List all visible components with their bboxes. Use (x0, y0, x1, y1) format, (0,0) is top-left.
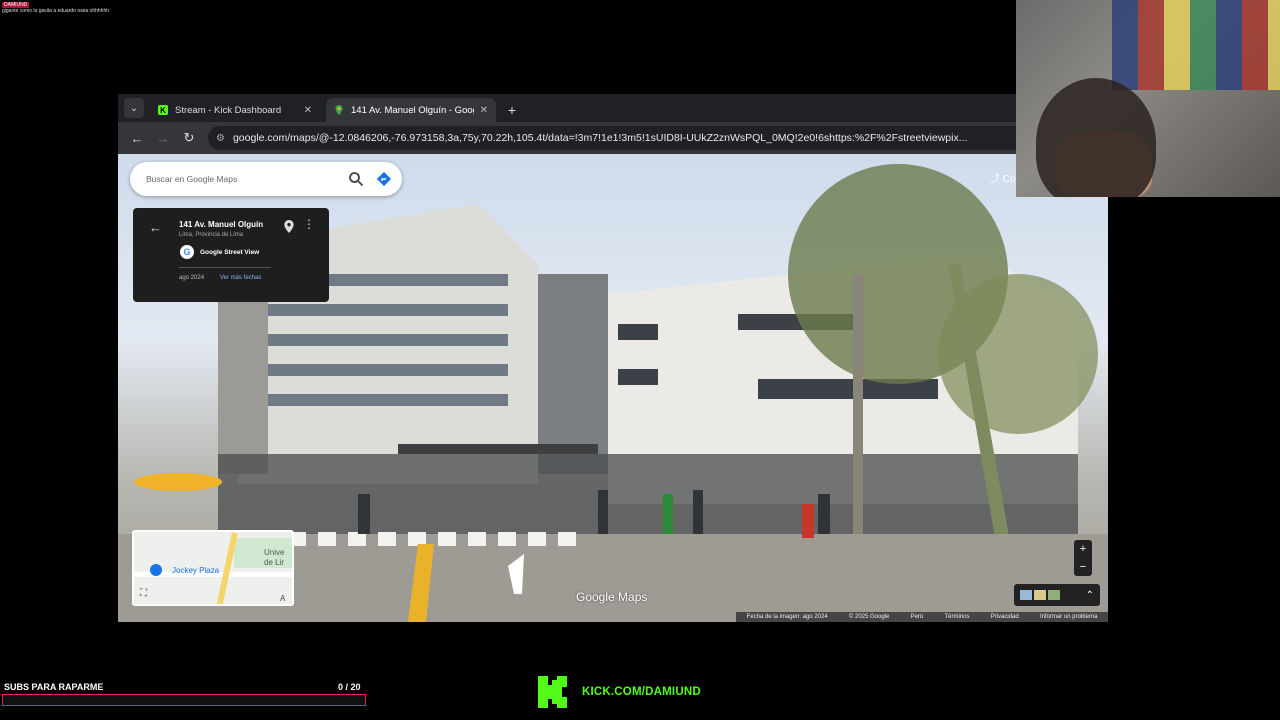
address-bar[interactable]: ⚙ google.com/maps/@-12.0846206,-76.97315… (208, 126, 1070, 150)
road (216, 532, 238, 604)
search-input[interactable]: Buscar en Google Maps (146, 174, 348, 184)
kick-favicon-icon: K (158, 105, 168, 115)
back-arrow-icon[interactable]: ← (124, 125, 150, 151)
copyright: © 2025 Google (848, 614, 890, 620)
subs-goal-count: 0 / 20 (338, 682, 361, 692)
source-label: Google Street View (200, 248, 260, 256)
share-icon: ⤴ (990, 174, 1000, 185)
tab-title: Stream - Kick Dashboard (175, 104, 282, 116)
wall-posters (1112, 0, 1280, 90)
google-maps-watermark: Google Maps (576, 590, 648, 604)
share-button[interactable]: ⤴ Co (990, 170, 1016, 185)
tab-kick-dashboard[interactable]: K Stream - Kick Dashboard ✕ (150, 98, 320, 122)
chat-overlay: DAMIUND gigante como la gasita a eduardo… (2, 2, 109, 14)
place-title: 141 Av. Manuel Olguín (179, 220, 264, 229)
tab-title: 141 Av. Manuel Olguín - Google Maps (351, 104, 474, 116)
tab-search-icon[interactable]: ⌄ (124, 98, 144, 118)
location-pin-icon[interactable] (284, 220, 294, 233)
share-label: Co (1002, 174, 1016, 185)
privacy-link[interactable]: Privacidad (991, 614, 1019, 620)
fullscreen-icon[interactable]: ⛶ (140, 588, 147, 599)
site-info-icon[interactable]: ⚙ (216, 133, 225, 144)
capture-date: ago 2024 (179, 275, 205, 281)
tab-bar: ⌄ K Stream - Kick Dashboard ✕ 141 Av. Ma… (118, 94, 1108, 122)
google-logo-icon: G (180, 245, 194, 259)
kick-logo-icon (536, 674, 572, 710)
tab-close-icon[interactable]: ✕ (480, 105, 488, 116)
country-link[interactable]: Perú (911, 614, 924, 620)
image-date: Fecha de la imagen: ago 2024 (746, 614, 828, 620)
maps-search-box[interactable]: Buscar en Google Maps (130, 162, 402, 196)
place-marker-icon (150, 564, 162, 576)
terms-link[interactable]: Términos (944, 614, 969, 620)
place-info-card: ← 141 Av. Manuel Olguín Lima, Provincia … (133, 208, 329, 302)
report-link[interactable]: Informar un problema (1040, 614, 1097, 620)
kick-channel-url: KICK.COM/DAMIUND (582, 686, 701, 698)
maps-favicon-icon (335, 105, 343, 115)
back-arrow-icon[interactable]: ← (149, 220, 162, 235)
tab-google-maps[interactable]: 141 Av. Manuel Olguín - Google Maps ✕ (326, 98, 496, 122)
search-icon[interactable] (348, 171, 364, 187)
layers-button[interactable]: ⌃ (1014, 584, 1100, 606)
street-view-panorama[interactable]: Buscar en Google Maps ← 141 Av. Manuel O… (118, 154, 1108, 622)
reload-icon[interactable]: ↻ (176, 125, 202, 151)
new-tab-button[interactable]: + (500, 98, 524, 122)
north-arrow-icon: A (280, 594, 286, 603)
minimap-label: Jockey Plaza (172, 566, 220, 575)
browser-window: ⌄ K Stream - Kick Dashboard ✕ 141 Av. Ma… (118, 94, 1108, 622)
place-subtitle: Lima, Provincia de Lima (179, 232, 244, 238)
minimap-label: Unive de Lir (264, 548, 285, 567)
streamer-hair (1036, 78, 1156, 197)
tab-close-icon[interactable]: ✕ (304, 105, 312, 116)
chevron-up-icon: ⌃ (1085, 589, 1094, 601)
more-options-icon[interactable]: ⋮ (303, 217, 315, 231)
forward-arrow-icon[interactable]: → (150, 125, 176, 151)
subs-goal-label: SUBS PARA RAPARME (4, 682, 104, 692)
chat-message: gigante como la gasita a eduardo osea oh… (2, 8, 110, 14)
subs-progress-bar (2, 694, 366, 706)
zoom-in-icon[interactable]: + (1080, 543, 1086, 555)
street-view-source: G Google Street View (180, 245, 259, 259)
browser-toolbar: ← → ↻ ⚙ google.com/maps/@-12.0846206,-76… (118, 122, 1108, 154)
webcam-feed (1016, 0, 1280, 197)
more-dates-link[interactable]: Ver más fechas (220, 275, 261, 281)
zoom-controls: + − (1074, 540, 1092, 576)
divider (179, 267, 271, 268)
map-footer: Fecha de la imagen: ago 2024 © 2025 Goog… (736, 612, 1108, 622)
url-text: google.com/maps/@-12.0846206,-76.973158,… (232, 132, 968, 144)
layer-thumbnails (1020, 590, 1060, 600)
zoom-out-icon[interactable]: − (1080, 561, 1086, 573)
mini-map[interactable]: Jockey Plaza Unive de Lir ⛶ A (132, 530, 294, 606)
directions-icon[interactable] (376, 171, 392, 187)
